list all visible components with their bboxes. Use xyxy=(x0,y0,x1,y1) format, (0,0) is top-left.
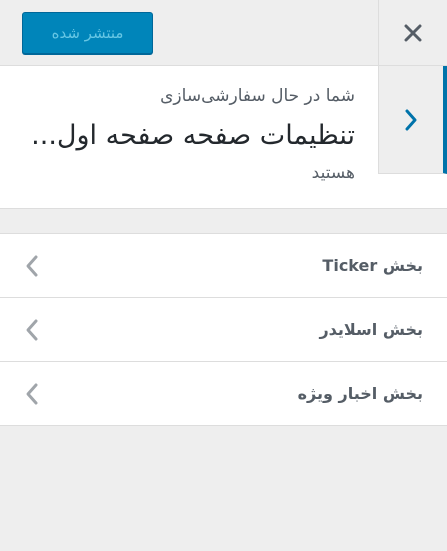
customize-info-panel: شما در حال سفارشی‌سازی تنظیمات صفحه صفحه… xyxy=(0,66,447,209)
section-label: بخش Ticker xyxy=(322,256,423,275)
customizing-label: شما در حال سفارشی‌سازی xyxy=(160,86,355,106)
close-button[interactable] xyxy=(378,0,447,66)
back-button[interactable] xyxy=(378,66,447,174)
section-item-ticker[interactable]: بخش Ticker xyxy=(0,234,447,298)
chevron-left-icon xyxy=(26,319,38,341)
info-panel-spacer xyxy=(378,174,447,208)
section-label: بخش اسلایدر xyxy=(319,320,423,339)
customizing-suffix: هستید xyxy=(311,163,355,183)
section-item-featured-news[interactable]: بخش اخبار ویژه xyxy=(0,362,447,426)
section-item-slider[interactable]: بخش اسلایدر xyxy=(0,298,447,362)
chevron-right-icon xyxy=(405,109,417,130)
publish-button[interactable]: منتشر شده xyxy=(22,12,153,54)
chevron-left-icon xyxy=(26,383,38,405)
chevron-left-icon xyxy=(26,255,38,277)
close-icon xyxy=(404,24,422,42)
customizer-header: منتشر شده xyxy=(0,0,447,66)
section-label: بخش اخبار ویژه xyxy=(297,384,423,403)
panel-title: تنظیمات صفحه صفحه اول... xyxy=(31,120,355,151)
section-list: بخش Ticker بخش اسلایدر بخش اخبار ویژه xyxy=(0,233,447,426)
